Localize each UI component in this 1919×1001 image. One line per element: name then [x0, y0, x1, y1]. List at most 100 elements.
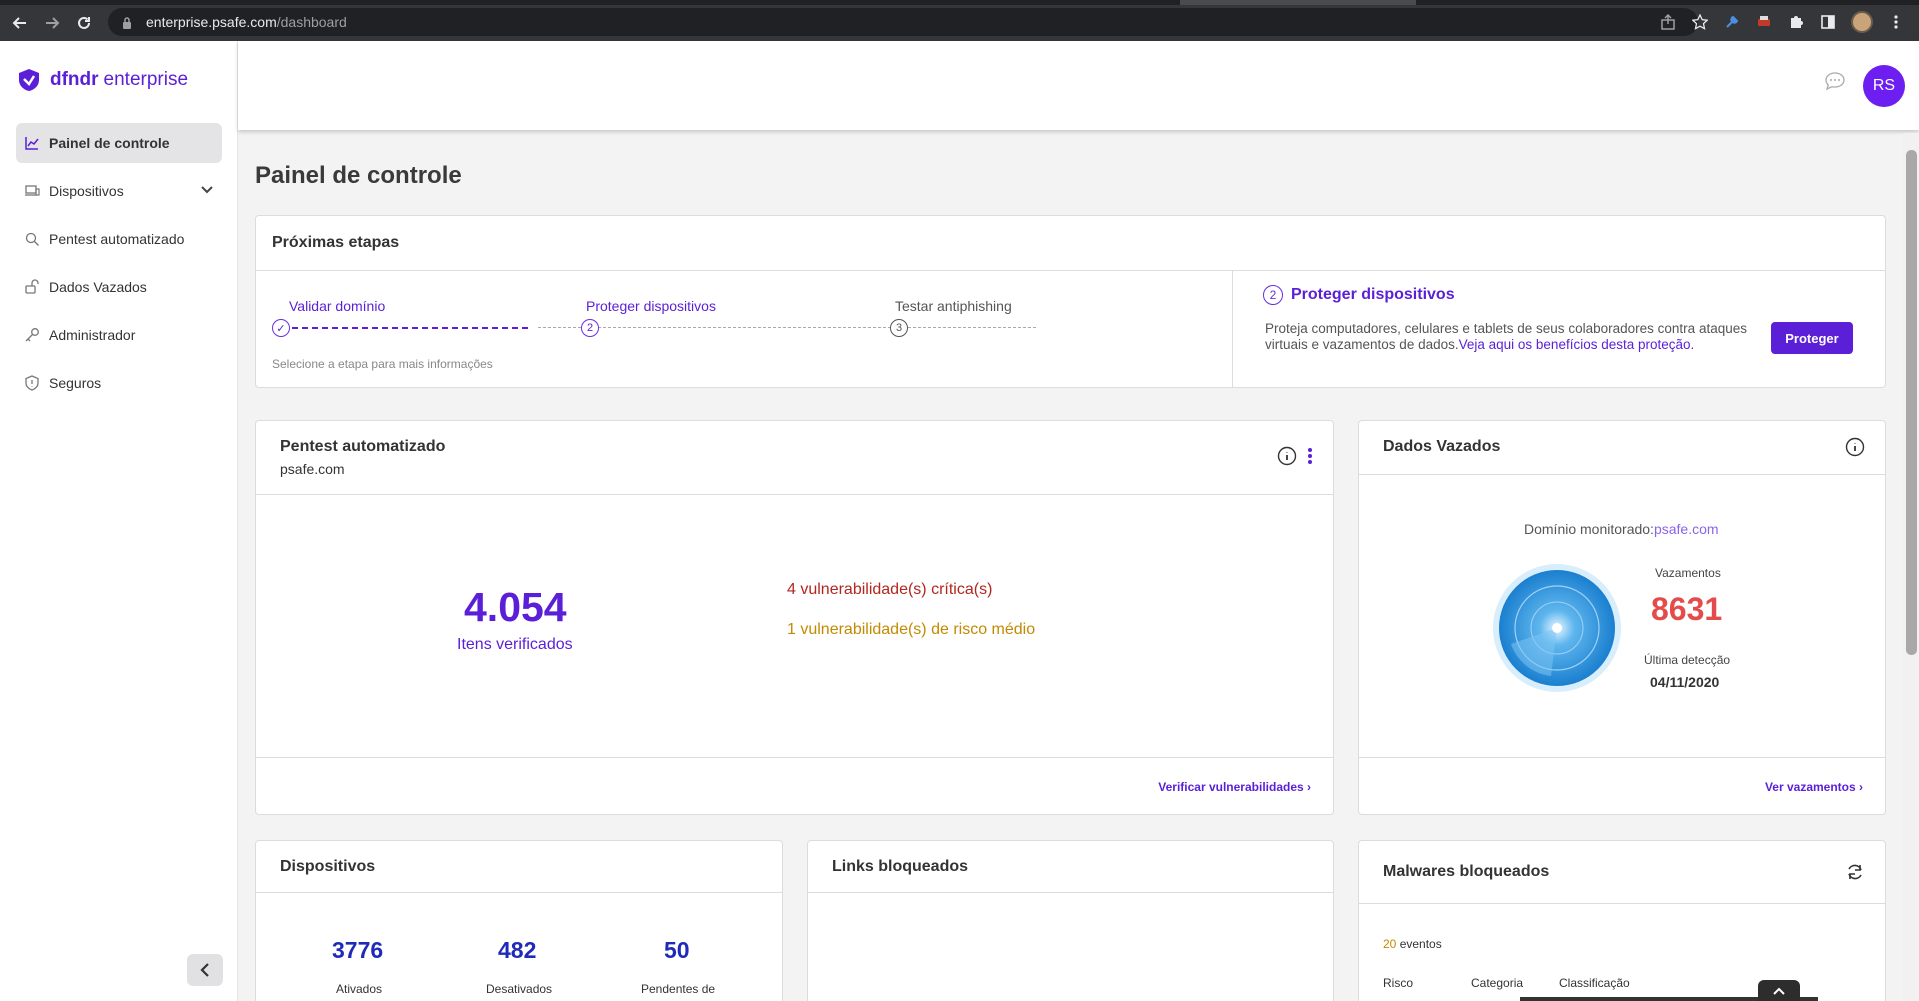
view-leaks-link[interactable]: Ver vazamentos ›: [1765, 780, 1863, 794]
medium-vulnerabilities[interactable]: 1 vulnerabilidade(s) de risco médio: [787, 621, 1035, 639]
sidebar-item-seguros[interactable]: Seguros: [16, 363, 222, 403]
forward-icon[interactable]: [36, 7, 68, 39]
sidebar-item-dados-vazados[interactable]: Dados Vazados: [16, 267, 222, 307]
leaks-count-label: Vazamentos: [1655, 566, 1721, 580]
verify-vulnerabilities-link[interactable]: Verificar vulnerabilidades ›: [1158, 780, 1311, 794]
devices-icon: [24, 183, 40, 199]
browser-actions: [1659, 8, 1919, 36]
step-testar-label[interactable]: Testar antiphishing: [895, 298, 1012, 314]
url-host: enterprise.psafe.com: [146, 14, 277, 30]
step-proteger-label[interactable]: Proteger dispositivos: [586, 298, 716, 314]
extension-tool-icon[interactable]: [1723, 13, 1741, 31]
browser-menu-icon[interactable]: [1887, 13, 1905, 31]
devices-activated-label: Ativados: [336, 982, 383, 996]
chevron-down-icon[interactable]: [200, 183, 214, 200]
pentest-domain: psafe.com: [280, 461, 345, 477]
extension-print-icon[interactable]: [1755, 13, 1773, 31]
sidebar-item-label: Dispositivos: [49, 183, 124, 199]
chevron-left-icon: [200, 963, 209, 977]
step-detail-text: Proteja computadores, celulares e tablet…: [1265, 321, 1747, 353]
step-detail-number: 2: [1263, 285, 1283, 305]
extensions-puzzle-icon[interactable]: [1787, 13, 1805, 31]
brand-name-light: enterprise: [103, 69, 189, 90]
malware-events: 20 eventos: [1383, 937, 1442, 951]
devices-title: Dispositivos: [280, 858, 376, 875]
pentest-card: Pentest automatizado psafe.com Verificar…: [255, 420, 1334, 815]
next-steps-title: Próximas etapas: [272, 234, 400, 251]
devices-pending-value: 50: [664, 937, 690, 963]
refresh-icon[interactable]: [1845, 862, 1865, 887]
sidebar-collapse-button[interactable]: [187, 954, 223, 986]
sidepanel-icon[interactable]: [1819, 13, 1837, 31]
key-icon: [24, 327, 40, 343]
step-3-marker[interactable]: 3: [890, 319, 908, 337]
step-line-done: [282, 327, 528, 329]
reload-icon[interactable]: [68, 7, 100, 39]
sidebar-item-label: Seguros: [49, 375, 102, 391]
column-header-categoria[interactable]: Categoria: [1471, 976, 1523, 990]
url-path: /dashboard: [276, 14, 347, 30]
sidebar-item-pentest[interactable]: Pentest automatizado: [16, 219, 222, 259]
steps-hint: Selecione a etapa para mais informações: [272, 357, 493, 371]
more-options-icon[interactable]: [1307, 446, 1313, 471]
sidebar-item-label: Dados Vazados: [49, 279, 147, 295]
sidebar-item-label: Painel de controle: [49, 135, 170, 151]
leaks-count: 8631: [1651, 591, 1723, 627]
items-checked-label: Itens verificados: [457, 636, 573, 653]
info-icon[interactable]: [1845, 437, 1865, 462]
info-icon[interactable]: [1277, 446, 1297, 471]
devices-card: Dispositivos: [255, 840, 783, 1001]
chat-icon[interactable]: [1824, 71, 1846, 96]
address-bar[interactable]: enterprise.psafe.com/dashboard: [108, 8, 1698, 36]
lock-icon: [122, 16, 132, 29]
protect-button[interactable]: Proteger: [1771, 322, 1853, 354]
sidebar-item-administrador[interactable]: Administrador: [16, 315, 222, 355]
star-icon[interactable]: [1691, 13, 1709, 31]
critical-vulnerabilities[interactable]: 4 vulnerabilidade(s) crítica(s): [787, 581, 992, 599]
column-header-classificacao[interactable]: Classificação: [1559, 976, 1630, 990]
sidebar-item-label: Pentest automatizado: [49, 231, 185, 247]
malware-title: Malwares bloqueados: [1383, 863, 1550, 880]
step-validar-label[interactable]: Validar domínio: [289, 298, 385, 314]
browser-toolbar: enterprise.psafe.com/dashboard: [0, 0, 1919, 41]
sidebar-menu: Painel de controle Dispositivos Pentest …: [16, 123, 222, 411]
browser-profile-avatar[interactable]: [1851, 11, 1873, 33]
unlock-icon: [24, 279, 40, 295]
browser-tabstrip: [0, 0, 1919, 5]
next-steps-card: Próximas etapas Validar domínio Proteger…: [255, 215, 1886, 388]
monitored-domain-label: Domínio monitorado:: [1524, 521, 1654, 537]
blocked-links-card: Links bloqueados: [807, 840, 1334, 1001]
chart-icon: [24, 135, 40, 151]
last-detection-date: 04/11/2020: [1650, 674, 1720, 690]
devices-activated-value: 3776: [332, 937, 384, 963]
brand-shield-icon: [19, 69, 39, 91]
benefits-link[interactable]: Veja aqui os benefícios desta proteção.: [1459, 337, 1695, 352]
search-icon: [24, 231, 40, 247]
malware-events-count: 20: [1383, 937, 1397, 951]
step-done-check-icon[interactable]: ✓: [272, 319, 290, 337]
leaks-title: Dados Vazados: [1383, 438, 1501, 455]
shield-icon: [24, 375, 40, 391]
sidebar-item-dispositivos[interactable]: Dispositivos: [16, 171, 222, 211]
sidebar-item-painel[interactable]: Painel de controle: [16, 123, 222, 163]
brand-logo[interactable]: dfndr enterprise: [16, 67, 188, 93]
devices-pending-label: Pendentes de: [641, 982, 716, 996]
radar-icon: [1493, 564, 1621, 692]
column-header-risco[interactable]: Risco: [1383, 976, 1413, 990]
step-2-marker[interactable]: 2: [581, 319, 599, 337]
last-detection-label: Última detecção: [1644, 653, 1731, 667]
chevron-up-icon: [1773, 987, 1785, 995]
back-icon[interactable]: [4, 7, 36, 39]
user-avatar[interactable]: RS: [1863, 65, 1905, 107]
brand-name-bold: dfndr: [50, 69, 99, 90]
share-icon[interactable]: [1659, 13, 1677, 31]
blocked-links-title: Links bloqueados: [832, 858, 969, 875]
page-scrollbar-thumb[interactable]: [1906, 150, 1917, 655]
monitored-domain: Domínio monitorado:psafe.com: [1524, 521, 1719, 537]
floating-panel-toggle[interactable]: [1758, 980, 1800, 1001]
page-title: Painel de controle: [255, 162, 462, 189]
pentest-title: Pentest automatizado: [280, 438, 446, 455]
devices-deactivated-label: Desativados: [486, 982, 553, 996]
devices-deactivated-value: 482: [498, 937, 537, 963]
top-header: RS: [238, 41, 1919, 130]
